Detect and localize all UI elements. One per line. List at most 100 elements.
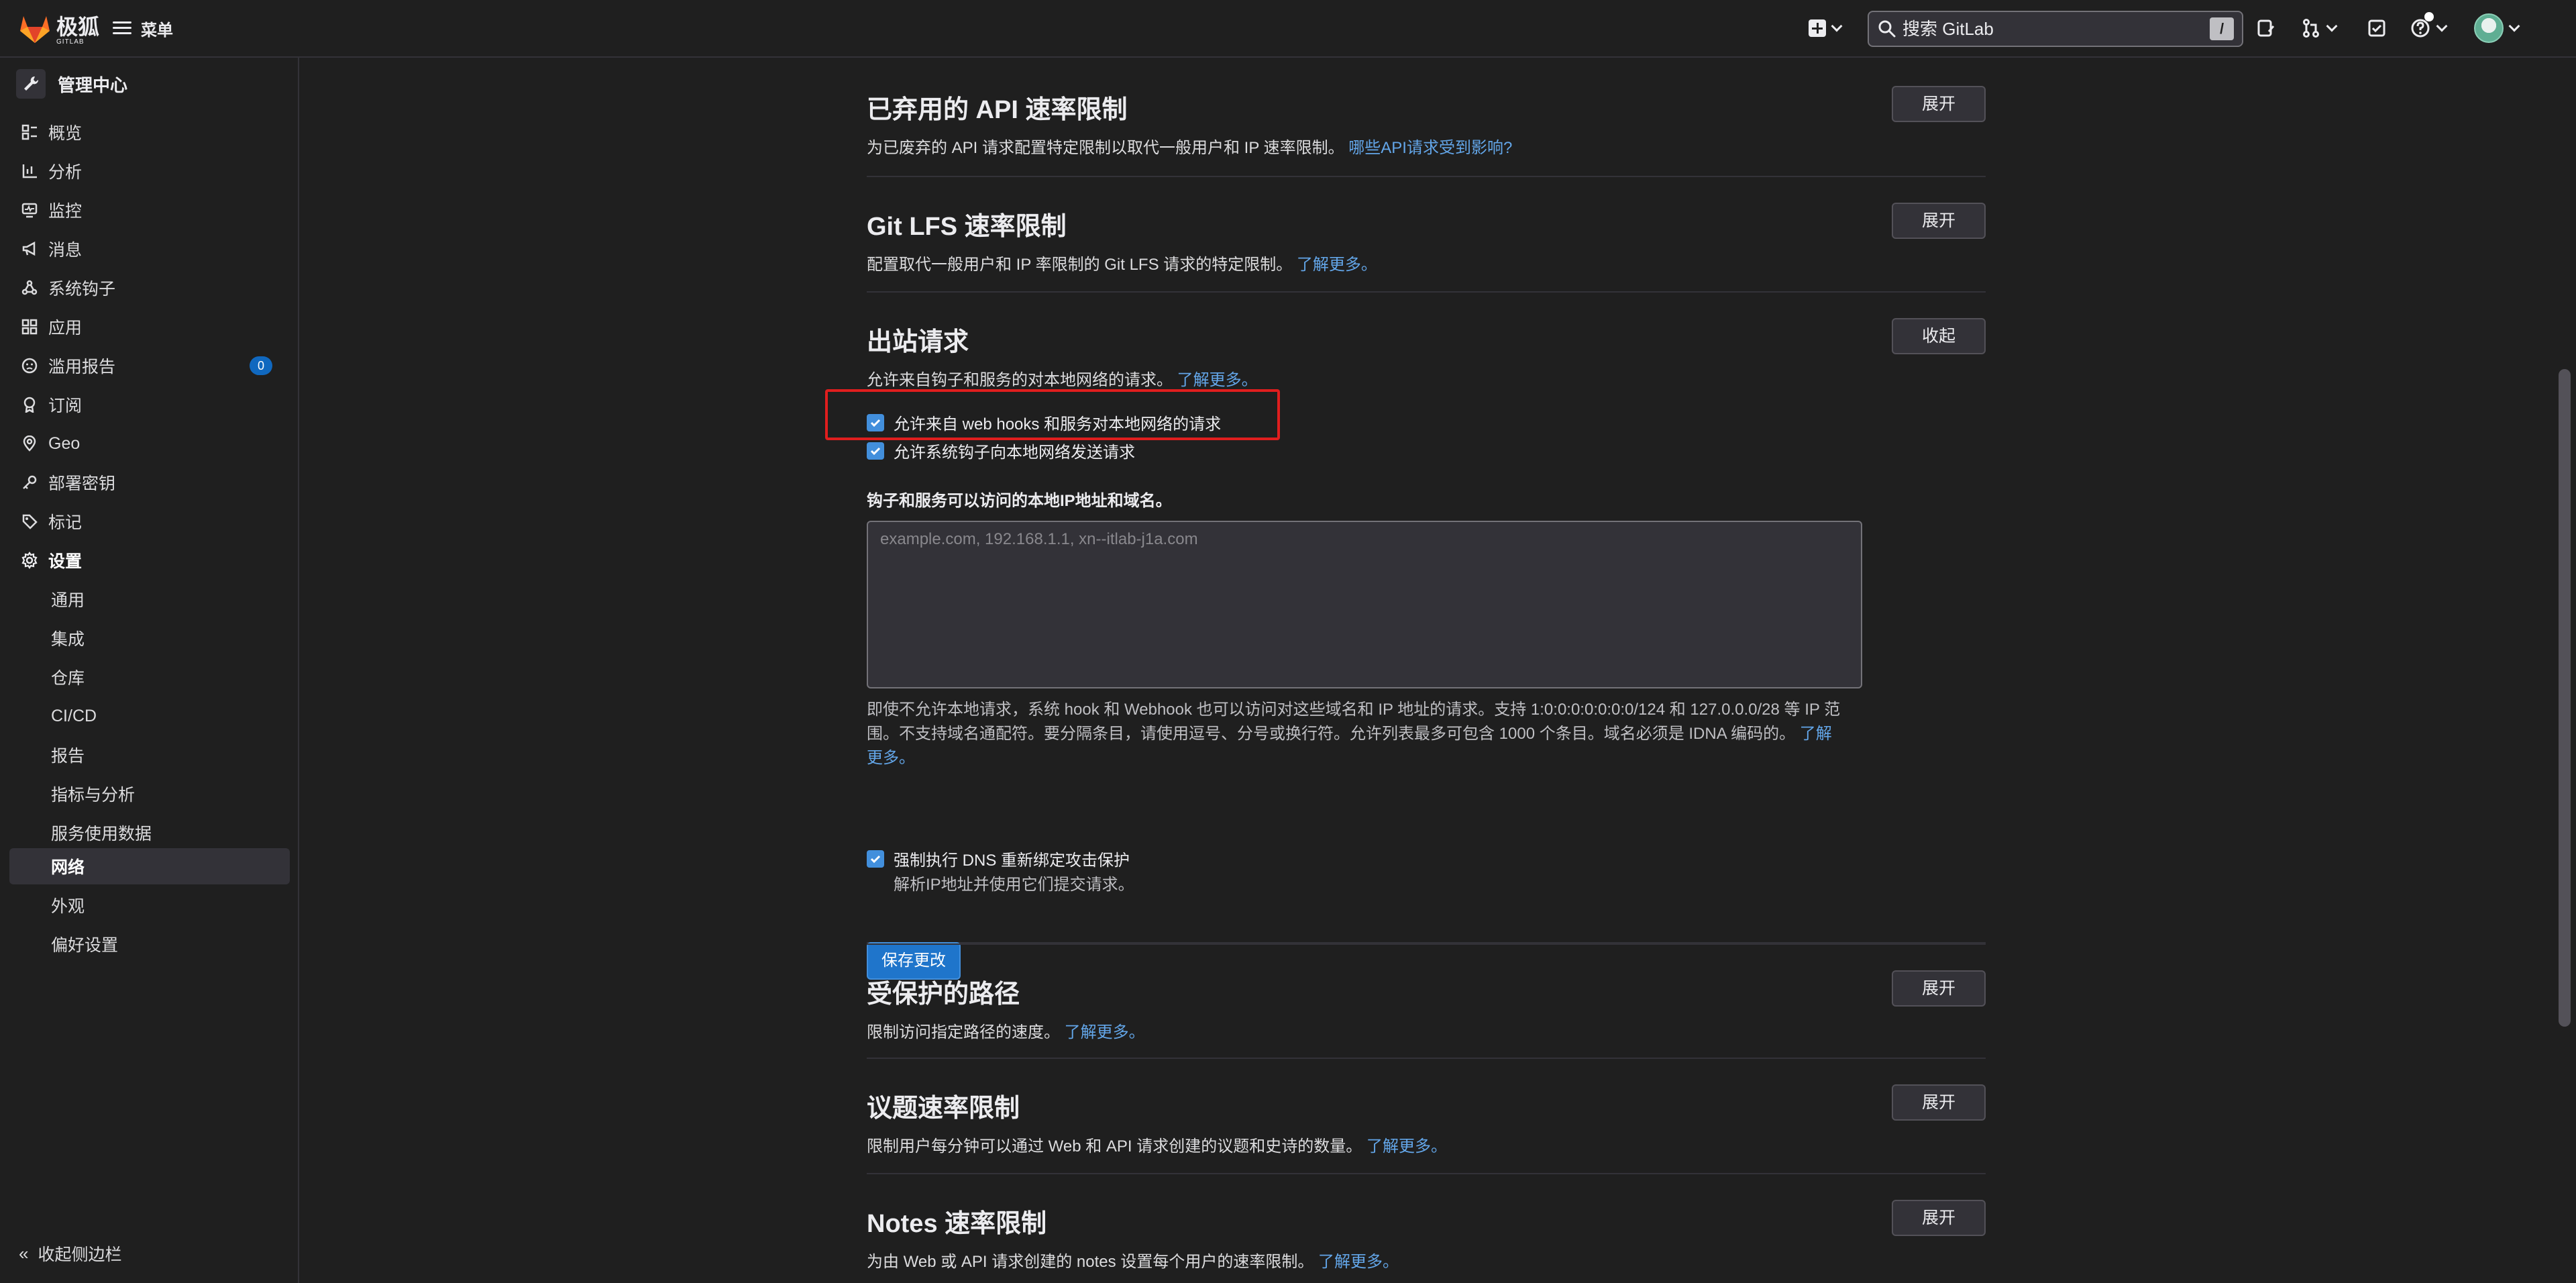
learn-more-link[interactable]: 哪些API请求受到影响?	[1348, 139, 1512, 157]
annotation-highlight-box	[825, 389, 1280, 440]
section-title: 议题速率限制	[867, 1094, 1020, 1123]
chevron-down-icon	[2436, 20, 2448, 32]
sidebar-item-settings[interactable]: 设置	[9, 542, 290, 578]
collapse-sidebar-button[interactable]: « 收起侧边栏	[19, 1241, 121, 1266]
logo-cn: 极狐	[56, 15, 100, 39]
overview-grid-icon	[20, 123, 39, 142]
sidebar-subitem-appearance[interactable]: 外观	[9, 887, 290, 923]
sad-face-icon	[20, 356, 39, 375]
expand-button[interactable]: 展开	[1892, 1084, 1986, 1121]
section-title: Git LFS 速率限制	[867, 213, 1067, 241]
learn-more-link[interactable]: 了解更多。	[1366, 1137, 1447, 1156]
todo-check-icon	[2368, 19, 2385, 37]
sidebar-subitem-reporting[interactable]: 报告	[9, 737, 290, 773]
expand-button[interactable]: 展开	[1892, 203, 1986, 239]
sidebar-item-label: 滥用报告	[48, 358, 116, 376]
sidebar-subitem-service-usage[interactable]: 服务使用数据	[9, 815, 290, 851]
logo-text[interactable]: 极狐 GITLAB	[56, 16, 99, 46]
section-description: 限制用户每分钟可以通过 Web 和 API 请求创建的议题和史诗的数量。 了解更…	[867, 1133, 1447, 1156]
expand-button[interactable]: 展开	[1892, 970, 1986, 1007]
section-issues-rate-limits: 议题速率限制 限制用户每分钟可以通过 Web 和 API 请求创建的议题和史诗的…	[867, 1059, 1986, 1174]
double-chevron-left-icon: «	[19, 1243, 29, 1264]
checkbox-checked[interactable]	[867, 850, 884, 868]
learn-more-link[interactable]: 了解更多。	[1177, 371, 1258, 389]
sidebar-item-labels[interactable]: 标记	[9, 503, 290, 540]
merge-request-icon	[2303, 19, 2319, 38]
sidebar-item-system-hooks[interactable]: 系统钩子	[9, 270, 290, 306]
license-icon	[20, 395, 39, 414]
sidebar-subitem-general[interactable]: 通用	[9, 581, 290, 617]
search-icon	[1878, 20, 1896, 38]
description-text: 为已废弃的 API 请求配置特定限制以取代一般用户和 IP 速率限制。	[867, 139, 1344, 157]
collapse-button[interactable]: 收起	[1892, 318, 1986, 354]
search-box[interactable]: /	[1868, 11, 2243, 47]
sidebar-item-deploy-keys[interactable]: 部署密钥	[9, 464, 290, 501]
dns-rebinding-checkbox-row[interactable]: 强制执行 DNS 重新绑定攻击保护	[867, 847, 1130, 870]
sidebar-item-label: 系统钩子	[48, 280, 116, 299]
sidebar-item-geo[interactable]: Geo	[9, 425, 290, 462]
merge-requests-button[interactable]	[2301, 13, 2338, 43]
sidebar-subitem-label: 偏好设置	[51, 936, 119, 955]
checkbox-checked[interactable]	[867, 442, 884, 460]
learn-more-link-cont[interactable]: 更多。	[867, 749, 915, 767]
search-input[interactable]	[1902, 18, 2210, 40]
sidebar-subitem-integrations[interactable]: 集成	[9, 620, 290, 656]
plus-square-icon	[1809, 19, 1826, 37]
sidebar-subitem-label: CI/CD	[51, 706, 97, 725]
chevron-down-icon	[1831, 20, 1843, 32]
sidebar-subitem-preferences[interactable]: 偏好设置	[9, 926, 290, 962]
sidebar-subitem-label: 网络	[51, 858, 85, 877]
notification-dot	[2424, 12, 2434, 21]
sidebar-subitem-metrics[interactable]: 指标与分析	[9, 776, 290, 812]
sidebar-item-label: 部署密钥	[48, 474, 116, 493]
learn-more-link[interactable]: 了解更多。	[1297, 256, 1377, 274]
sidebar-subitem-repository[interactable]: 仓库	[9, 659, 290, 695]
collapse-sidebar-label: 收起侧边栏	[38, 1245, 122, 1264]
hook-icon	[20, 278, 39, 297]
description-text: 允许来自钩子和服务的对本地网络的请求。	[867, 371, 1173, 389]
learn-more-link[interactable]: 了解更多。	[1065, 1023, 1145, 1041]
section-protected-paths: 受保护的路径 限制访问指定路径的速度。 了解更多。 展开	[867, 943, 1986, 1059]
learn-more-link[interactable]: 了解	[1800, 725, 1832, 743]
sidebar-item-applications[interactable]: 应用	[9, 309, 290, 345]
sidebar-item-abuse-reports[interactable]: 滥用报告 0	[9, 348, 290, 384]
new-item-dropdown[interactable]	[1809, 13, 1843, 43]
sidebar-item-label: 监控	[48, 202, 83, 221]
allowlist-textarea[interactable]	[867, 521, 1862, 688]
sidebar-subitem-label: 仓库	[51, 669, 85, 688]
todos-button[interactable]	[2367, 13, 2387, 43]
admin-sidebar: 管理中心 概览 分析 监控 消息 系统钩子 应用 滥用报告 0 订阅 Geo 部…	[0, 58, 299, 1283]
section-description: 限制访问指定路径的速度。 了解更多。	[867, 1019, 1145, 1042]
issues-button[interactable]	[2255, 13, 2275, 43]
sidebar-subitem-cicd[interactable]: CI/CD	[9, 698, 290, 734]
bullhorn-icon	[20, 240, 39, 258]
sidebar-item-overview[interactable]: 概览	[9, 114, 290, 150]
sidebar-item-subscription[interactable]: 订阅	[9, 387, 290, 423]
chevron-down-icon	[2326, 20, 2338, 32]
menu-button[interactable]: 菜单	[113, 15, 173, 42]
sidebar-header[interactable]: 管理中心	[16, 67, 127, 101]
sidebar-item-analytics[interactable]: 分析	[9, 153, 290, 189]
page-scrollbar[interactable]	[2559, 369, 2571, 1027]
section-title: 出站请求	[867, 328, 969, 356]
gitlab-logo-icon[interactable]	[17, 11, 52, 46]
section-title: 已弃用的 API 速率限制	[867, 96, 1128, 124]
user-menu[interactable]	[2474, 13, 2520, 43]
admin-wrench-icon	[16, 69, 46, 99]
expand-button[interactable]: 展开	[1892, 86, 1986, 122]
expand-button[interactable]: 展开	[1892, 1200, 1986, 1236]
sidebar-item-label: 应用	[48, 319, 83, 338]
description-text: 限制用户每分钟可以通过 Web 和 API 请求创建的议题和史诗的数量。	[867, 1137, 1362, 1156]
main-content: 已弃用的 API 速率限制 为已废弃的 API 请求配置特定限制以取代一般用户和…	[301, 59, 2555, 1283]
allow-system-hooks-local-checkbox-row[interactable]: 允许系统钩子向本地网络发送请求	[867, 439, 1135, 462]
sidebar-subitem-label: 报告	[51, 747, 85, 766]
sidebar-subitem-network[interactable]: 网络	[9, 848, 290, 884]
check-icon	[870, 855, 881, 863]
location-pin-icon	[20, 434, 39, 453]
section-notes-rate-limits: Notes 速率限制 为由 Web 或 API 请求创建的 notes 设置每个…	[867, 1174, 1986, 1283]
issues-icon	[2257, 19, 2275, 37]
sidebar-item-monitoring[interactable]: 监控	[9, 192, 290, 228]
tag-icon	[20, 512, 39, 531]
learn-more-link[interactable]: 了解更多。	[1318, 1253, 1399, 1271]
sidebar-item-messages[interactable]: 消息	[9, 231, 290, 267]
